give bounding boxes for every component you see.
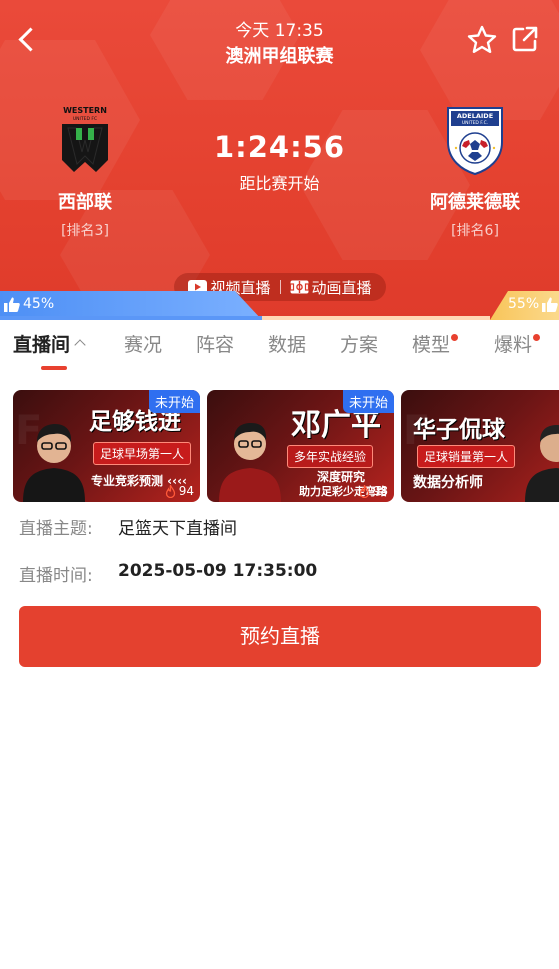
- thumbs-up-icon: [4, 297, 20, 312]
- live-topic-value: 足篮天下直播间: [118, 519, 237, 539]
- favorite-star-icon[interactable]: [466, 24, 498, 56]
- live-time-label: 直播时间:: [19, 566, 93, 586]
- away-team-rank: [排名6]: [451, 223, 499, 239]
- streamer-avatar: [23, 424, 85, 502]
- tab-lineup[interactable]: 阵容: [196, 330, 234, 357]
- tab-plans[interactable]: 方案: [340, 330, 378, 357]
- heat-count: 98: [359, 484, 388, 498]
- tab-label: 赛况: [124, 334, 163, 356]
- vote-away-pct: 55%: [508, 296, 540, 312]
- tab-label: 数据: [268, 334, 307, 356]
- heat-count: 94: [165, 484, 194, 498]
- home-team-rank: [排名3]: [61, 223, 109, 239]
- svg-text:WESTERN: WESTERN: [63, 106, 107, 115]
- streamer-cards: F 足够钱进 足球早场第一人 专业竞彩预测 ‹‹‹‹ 未开始 94 邓广平 多年…: [13, 390, 559, 502]
- tab-scoops[interactable]: 爆料: [494, 330, 541, 357]
- tab-live-room[interactable]: 直播间: [13, 330, 86, 357]
- live-topic-label: 直播主题:: [19, 519, 93, 539]
- streamer-avatar: [525, 425, 559, 502]
- card-subtitle: 多年实战经验: [287, 445, 374, 468]
- tab-live-room-label: 直播间: [13, 334, 71, 356]
- tab-model[interactable]: 模型: [412, 330, 459, 357]
- streamer-card[interactable]: F 华子侃球 足球销量第一人 数据分析师 未: [401, 390, 559, 502]
- heat-count-value: 98: [372, 484, 388, 498]
- svg-text:ADELAIDE: ADELAIDE: [457, 112, 493, 120]
- animation-live-label: 动画直播: [311, 278, 372, 297]
- away-team[interactable]: ADELAIDE UNITED F.C. 阿德莱德联 [排名6]: [400, 104, 550, 240]
- pitch-icon: [289, 280, 309, 294]
- streamer-card[interactable]: F 足够钱进 足球早场第一人 专业竞彩预测 ‹‹‹‹ 未开始 94: [13, 390, 200, 502]
- match-header: 今天 17:35 澳洲甲组联赛 WESTERN UNITED FC 西部联 [排…: [0, 0, 559, 320]
- share-icon[interactable]: [510, 24, 540, 54]
- new-dot: [533, 334, 541, 341]
- tab-bar: 直播间 赛况 阵容 数据 方案 模型 爆料: [0, 320, 559, 376]
- status-badge: 未开始: [342, 390, 394, 413]
- reserve-live-button[interactable]: 预约直播: [19, 606, 541, 667]
- tab-label: 阵容: [196, 334, 235, 356]
- live-time-value: 2025-05-09 17:35:00: [118, 561, 318, 581]
- status-badge: 未开始: [148, 390, 200, 413]
- adelaide-united-logo: ADELAIDE UNITED F.C.: [447, 107, 503, 176]
- tab-match-status[interactable]: 赛况: [124, 330, 162, 357]
- tab-label: 方案: [340, 334, 379, 356]
- vote-away: 55%: [508, 296, 558, 312]
- card-subtitle: 足球早场第一人: [93, 442, 192, 465]
- vote-home: 45%: [4, 296, 54, 312]
- flame-icon: [165, 484, 175, 498]
- new-dot: [451, 334, 459, 341]
- pill-divider: [279, 280, 281, 294]
- streamer-avatar: [219, 423, 281, 502]
- chevron-up-icon: [74, 339, 86, 351]
- thumbs-up-icon: [542, 297, 558, 312]
- card-title: 华子侃球: [413, 417, 505, 443]
- tab-label: 模型: [412, 334, 451, 356]
- card-tagline: 数据分析师: [413, 475, 483, 491]
- away-team-name: 阿德莱德联: [430, 192, 520, 213]
- svg-text:UNITED FC: UNITED FC: [73, 116, 97, 122]
- card-subtitle: 足球销量第一人: [417, 445, 516, 468]
- active-tab-indicator: [41, 366, 67, 370]
- vote-home-pct: 45%: [23, 296, 55, 312]
- svg-text:UNITED F.C.: UNITED F.C.: [462, 120, 488, 126]
- heat-count-value: 94: [178, 484, 194, 498]
- live-time-row: 直播时间: 2025-05-09 17:35:00: [19, 561, 317, 586]
- live-topic-row: 直播主题: 足篮天下直播间: [19, 514, 237, 539]
- tab-label: 爆料: [494, 334, 533, 356]
- streamer-card[interactable]: 邓广平 多年实战经验 深度研究 助力足彩少走弯路 未开始 98: [207, 390, 394, 502]
- animation-live-button[interactable]: 动画直播: [289, 277, 372, 298]
- flame-icon: [359, 484, 369, 498]
- tab-data[interactable]: 数据: [268, 330, 306, 357]
